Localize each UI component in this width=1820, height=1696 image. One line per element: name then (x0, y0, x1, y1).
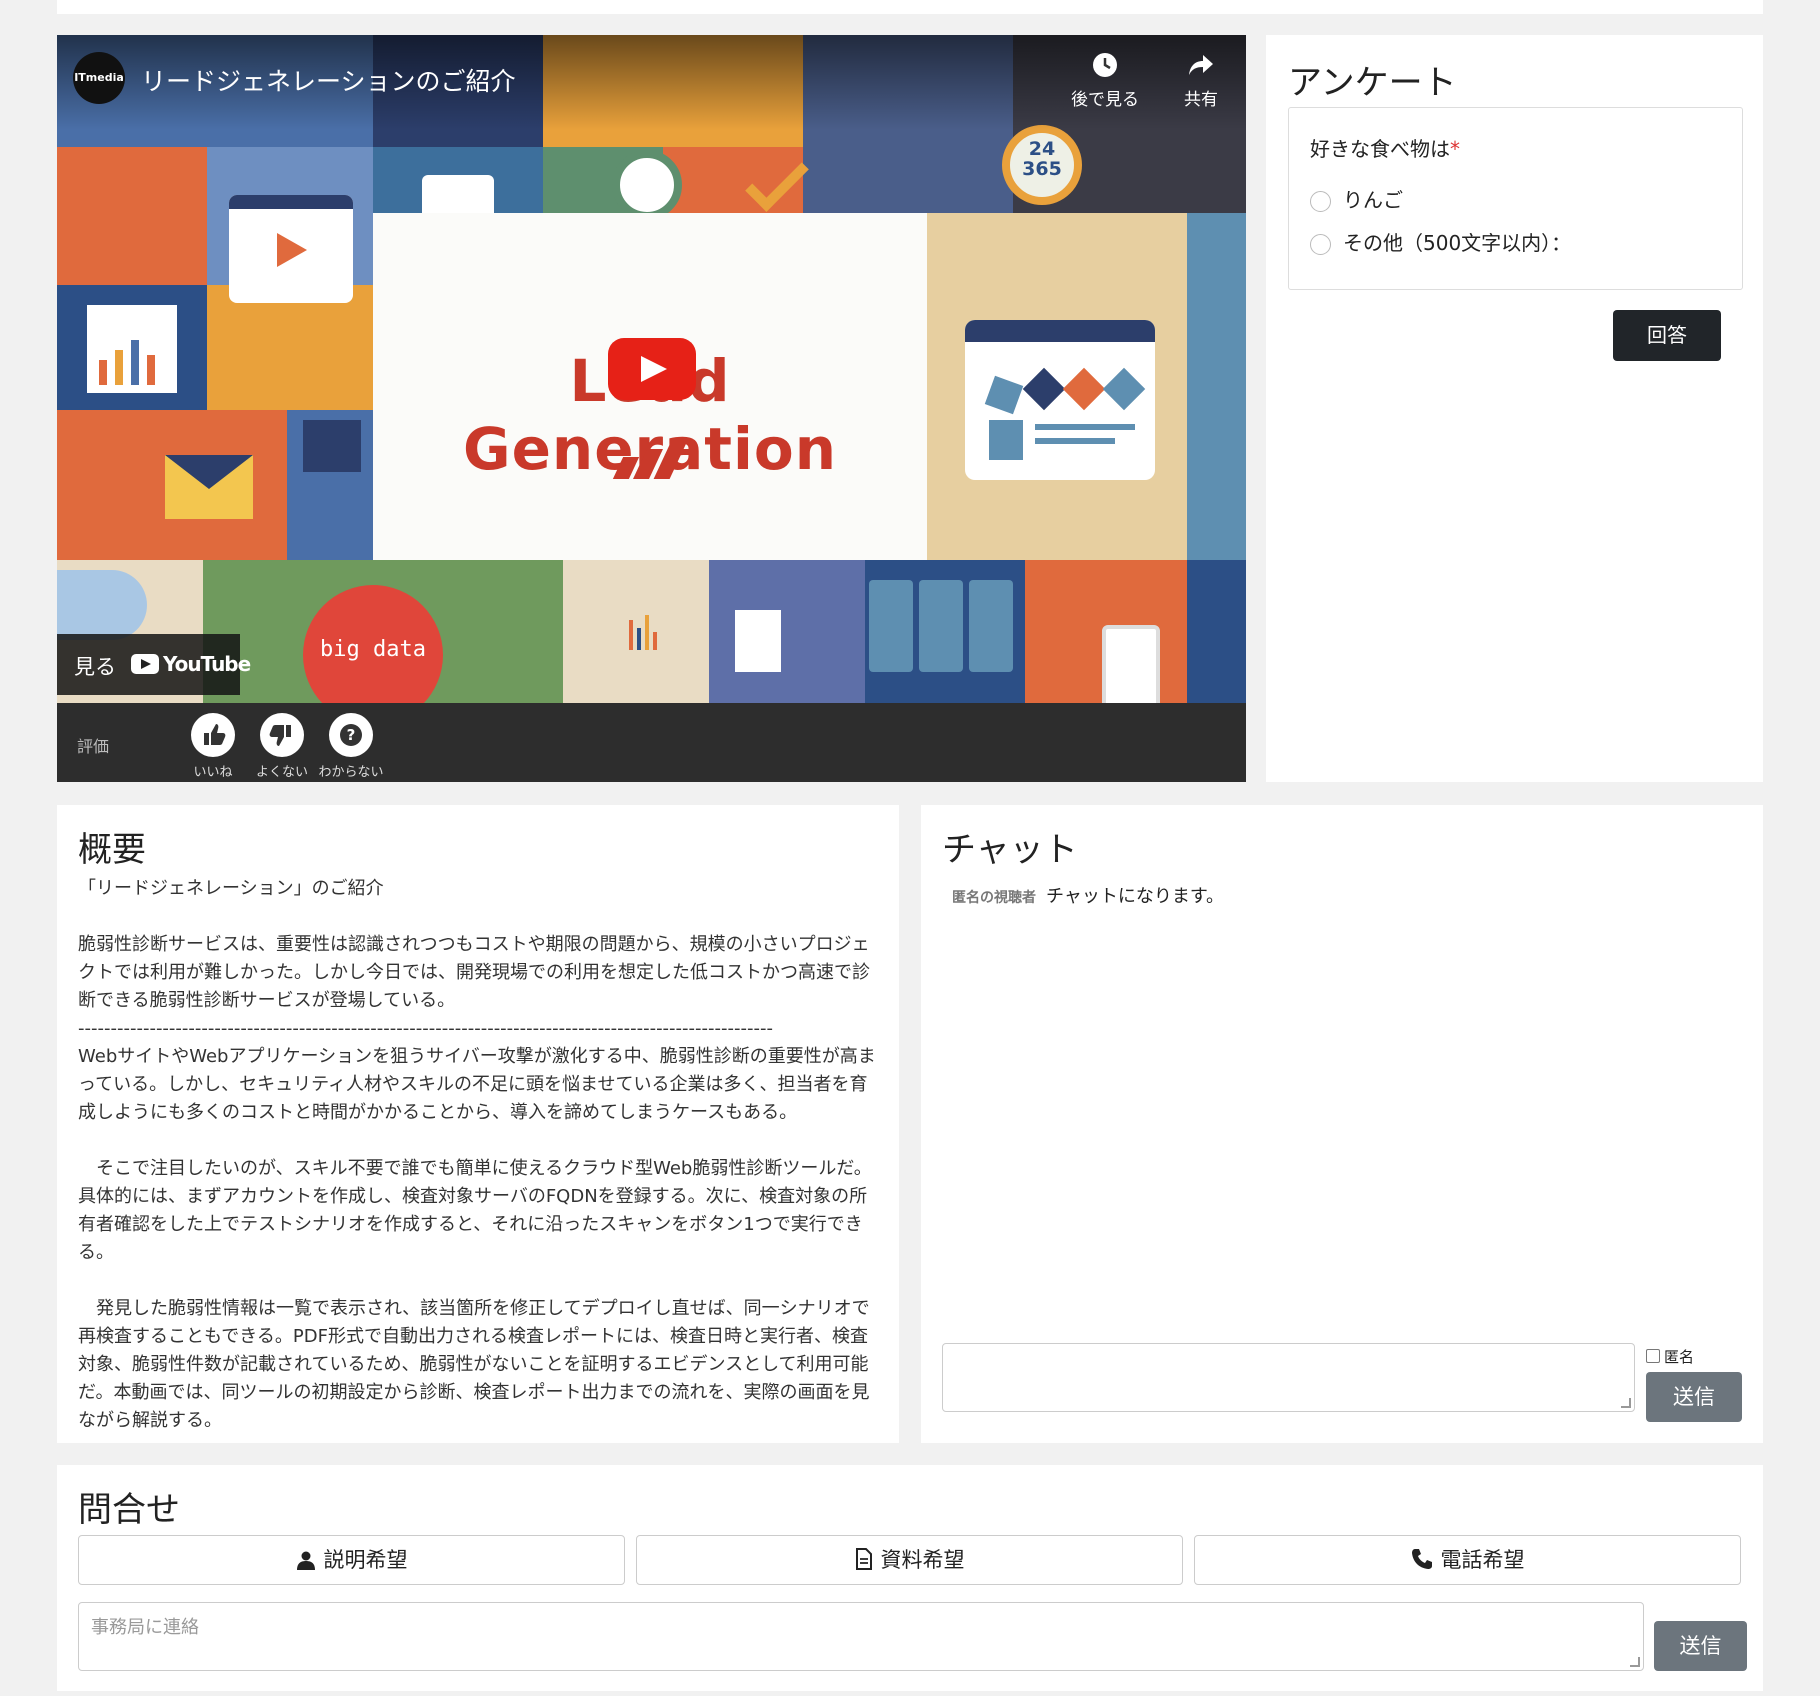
document-request-label: 資料希望 (880, 1548, 965, 1572)
phone-icon (1102, 625, 1160, 703)
chat-send-button[interactable]: 送信 (1646, 1372, 1742, 1422)
inquiry-send-button[interactable]: 送信 (1654, 1621, 1747, 1671)
top-panel-strip (57, 0, 1763, 14)
tile (709, 560, 865, 703)
video-thumbnail[interactable]: 24 365 big data ITmedia リードジェネレーションのご紹介 … (57, 35, 1246, 703)
watch-on-youtube-button[interactable]: 見る YouTube (57, 634, 251, 695)
rating-label: 評価 (77, 737, 110, 756)
survey-option-other[interactable]: その他（500文字以内）： (1310, 227, 1571, 256)
play-button[interactable] (608, 338, 696, 400)
survey-answer-button[interactable]: 回答 (1613, 310, 1721, 361)
chat-message: 匿名の視聴者 チャットになります。 (952, 882, 1224, 908)
overview-title: 概要 (78, 830, 146, 870)
file-icon (855, 1548, 872, 1570)
survey-question: 好きな食べ物は* (1310, 133, 1460, 162)
handshake-icon (612, 150, 682, 220)
watch-later-button[interactable]: 後で見る (1065, 51, 1145, 110)
chat-input[interactable] (942, 1343, 1635, 1412)
video-title[interactable]: リードジェネレーションのご紹介 (141, 62, 516, 98)
tile (1187, 560, 1246, 703)
document-icon (735, 610, 781, 672)
office-contact-placeholder: 事務局に連絡 (91, 1617, 199, 1638)
video-window-icon (229, 195, 353, 303)
svg-text:?: ? (347, 726, 356, 744)
youtube-wordmark: YouTube (163, 652, 251, 676)
bar-chart-icon (627, 610, 667, 650)
survey-panel: アンケート 好きな食べ物は* りんご その他（500文字以内）： 回答 (1266, 35, 1763, 782)
overview-panel: 概要 「リードジェネレーション」のご紹介 脆弱性診断サービスは、重要性は認識され… (57, 805, 899, 1443)
anonymous-checkbox[interactable]: 匿名 (1646, 1346, 1694, 1367)
chat-message-text: チャットになります。 (1046, 886, 1225, 907)
survey-question-box: 好きな食べ物は* りんご その他（500文字以内）： (1288, 107, 1743, 290)
video-player[interactable]: 24 365 big data ITmedia リードジェネレーションのご紹介 … (57, 35, 1246, 782)
inquiry-title: 問合せ (78, 1490, 180, 1530)
radio-button[interactable] (1310, 234, 1331, 255)
anonymous-label: 匿名 (1664, 1348, 1695, 1366)
rate-unknown-label: わからない (318, 765, 384, 780)
survey-option-label: その他（500文字以内）： (1343, 231, 1572, 255)
share-icon (1189, 55, 1213, 75)
youtube-logo-icon (131, 654, 159, 674)
survey-option-apple[interactable]: りんご (1310, 184, 1403, 213)
itmedia-mark-icon (612, 443, 688, 479)
rating-bar: 評価 いいね よくない ? わからない (57, 703, 1246, 782)
inquiry-panel: 問合せ 説明希望 資料希望 電話希望 事務局に連絡 送信 (57, 1465, 1763, 1691)
server-rack-icon (869, 580, 1019, 672)
rate-like-label: いいね (193, 765, 233, 780)
person-icon (303, 420, 361, 472)
explanation-request-label: 説明希望 (323, 1548, 408, 1572)
explanation-request-button[interactable]: 説明希望 (78, 1535, 625, 1585)
phone-request-button[interactable]: 電話希望 (1194, 1535, 1741, 1585)
survey-option-label: りんご (1343, 188, 1403, 212)
thumbs-up-icon (191, 713, 235, 757)
tile (57, 147, 207, 285)
overview-body: 「リードジェネレーション」のご紹介 脆弱性診断サービスは、重要性は認識されつつも… (78, 878, 876, 1431)
watch-on-label: 見る (74, 655, 116, 679)
office-contact-input[interactable]: 事務局に連絡 (78, 1602, 1644, 1671)
clock-text: 24 365 (1022, 138, 1062, 180)
tile (1187, 213, 1246, 560)
clock-24-365-icon: 24 365 (1002, 125, 1082, 205)
checkbox-icon[interactable] (1646, 1349, 1660, 1363)
radio-button[interactable] (1310, 191, 1331, 212)
chat-panel: チャット 匿名の視聴者 チャットになります。 匿名 送信 (921, 805, 1763, 1443)
document-request-button[interactable]: 資料希望 (636, 1535, 1183, 1585)
rate-unknown-button[interactable]: ? わからない (311, 713, 391, 780)
tile (207, 285, 373, 410)
required-mark: * (1450, 137, 1460, 161)
chat-message-user: 匿名の視聴者 (952, 890, 1036, 906)
thumbs-down-icon (260, 713, 304, 757)
browser-window-icon (965, 320, 1155, 480)
survey-title: アンケート (1288, 63, 1457, 103)
phone-request-label: 電話希望 (1440, 1548, 1525, 1572)
rate-dislike-label: よくない (255, 765, 308, 780)
rate-like-button[interactable]: いいね (173, 713, 253, 780)
question-icon: ? (329, 713, 373, 757)
cloud-icon (57, 570, 147, 640)
phone-icon (1411, 1549, 1432, 1569)
resize-handle-icon[interactable] (1630, 1657, 1640, 1667)
envelope-icon (165, 455, 253, 519)
clock-icon (1093, 53, 1117, 77)
rate-dislike-button[interactable]: よくない (242, 713, 322, 780)
share-label: 共有 (1184, 90, 1218, 110)
chart-icon (87, 305, 177, 393)
watch-later-label: 後で見る (1071, 90, 1139, 110)
share-button[interactable]: 共有 (1161, 51, 1241, 110)
resize-handle-icon[interactable] (1621, 1398, 1631, 1408)
survey-question-text: 好きな食べ物は (1310, 137, 1450, 161)
big-data-label: big data (320, 637, 426, 662)
chat-title: チャット (942, 830, 1078, 870)
user-icon (296, 1551, 315, 1570)
channel-logo[interactable]: ITmedia (73, 52, 125, 104)
